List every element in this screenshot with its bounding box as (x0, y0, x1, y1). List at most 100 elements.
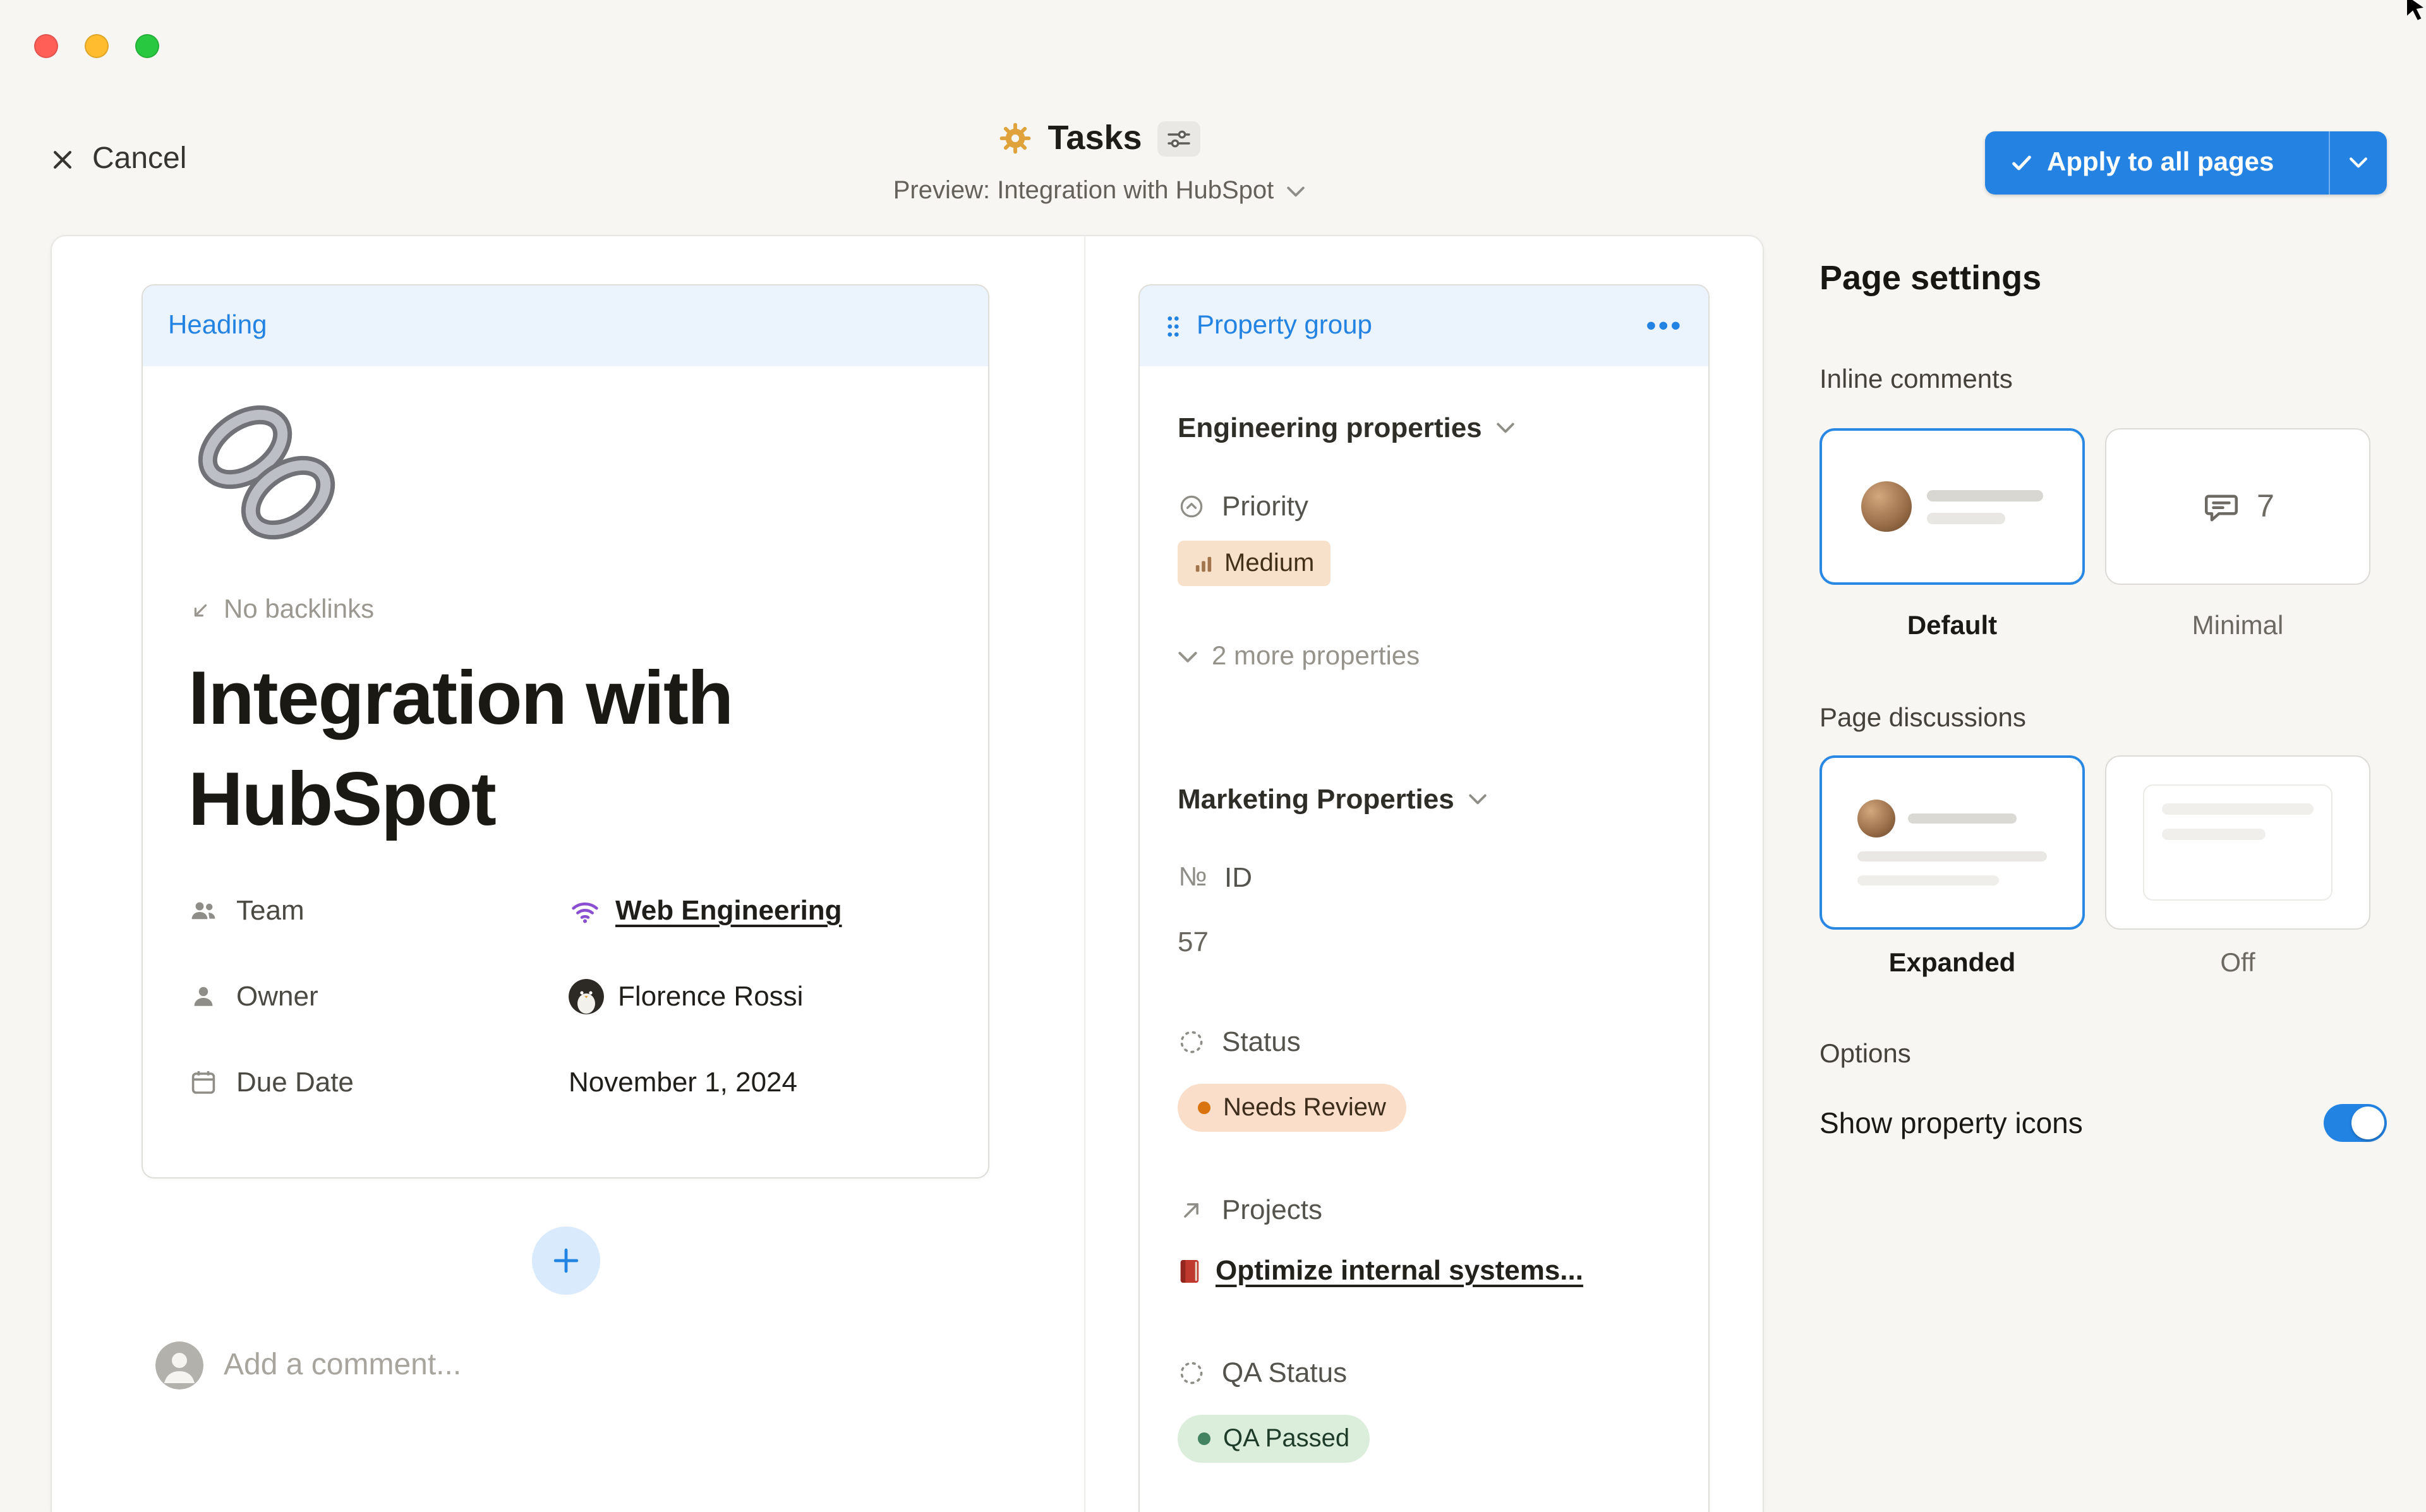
comment-count-thumbnail: 7 (2201, 488, 2274, 525)
inline-comments-options: 7 (1819, 428, 2387, 585)
drag-handle-icon[interactable] (1165, 314, 1181, 338)
due-date-value: November 1, 2024 (569, 1066, 797, 1099)
owner-value: Florence Rossi (618, 980, 803, 1013)
heading-block-label: Heading (168, 311, 267, 341)
page-settings-panel: Page settings Inline comments 7 (1819, 255, 2387, 1142)
add-block-button[interactable] (532, 1227, 600, 1295)
property-row-owner: Owner Florence Rossi (188, 954, 943, 1040)
show-property-icons-row: Show property icons (1819, 1104, 2387, 1142)
placeholder-line (1927, 489, 2043, 501)
section-title-label: Marketing Properties (1178, 783, 1454, 816)
id-label: ID (1224, 861, 1252, 894)
priority-label: Priority (1222, 490, 1308, 523)
property-row-team: Team Web Engineering (188, 868, 943, 954)
section-marketing-properties[interactable]: Marketing Properties (1178, 783, 1670, 816)
apply-options-button[interactable] (2329, 131, 2387, 195)
default-option-label: Default (1819, 610, 2085, 643)
expanded-option-label: Expanded (1819, 947, 2085, 980)
status-tag-needs-review: Needs Review (1178, 1084, 1406, 1132)
arrow-down-left-icon (188, 598, 212, 622)
apply-to-all-pages-button[interactable]: Apply to all pages (1985, 131, 2387, 195)
status-label: Status (1222, 1026, 1301, 1059)
id-property: № ID (1178, 861, 1670, 894)
more-options-button[interactable]: ••• (1646, 309, 1683, 342)
placeholder-line (2162, 803, 2314, 815)
placeholder-line (1857, 875, 1999, 885)
numero-icon: № (1178, 863, 1208, 893)
property-group-block: Property group ••• Engineering propertie… (1138, 284, 1710, 1512)
status-property: Status (1178, 1026, 1670, 1059)
signal-bars-icon (1194, 554, 1213, 573)
priority-tag-label: Medium (1224, 549, 1314, 578)
apply-label: Apply to all pages (2047, 148, 2274, 178)
preview-label: Preview: Integration with HubSpot (893, 177, 1274, 206)
plus-icon (551, 1245, 581, 1276)
discussions-off-option[interactable] (2105, 755, 2370, 930)
wifi-icon (569, 894, 601, 927)
app-window: Cancel Tasks Preview: Integration with H… (0, 0, 2426, 1512)
comment-bubble-icon (2201, 488, 2242, 525)
backlinks-indicator: No backlinks (188, 595, 943, 625)
heading-block-header[interactable]: Heading (143, 285, 988, 366)
canvas-divider (1084, 236, 1085, 1512)
projects-label: Projects (1222, 1194, 1322, 1227)
property-name: Due Date (236, 1066, 354, 1099)
page-preview-canvas: Heading No backlinks (51, 235, 1764, 1512)
inline-comments-minimal-option[interactable]: 7 (2105, 428, 2370, 585)
zoom-window-button[interactable] (135, 34, 159, 58)
qa-status-tag-passed: QA Passed (1178, 1415, 1370, 1463)
comment-count: 7 (2257, 488, 2274, 525)
comment-input[interactable] (224, 1348, 767, 1383)
more-properties-toggle[interactable]: 2 more properties (1178, 642, 1670, 672)
gear-icon (998, 121, 1032, 155)
chevron-down-icon (1178, 650, 1198, 664)
page-settings-title: Page settings (1819, 255, 2387, 301)
section-engineering-properties[interactable]: Engineering properties (1178, 412, 1670, 445)
inline-comments-option-labels: Default Minimal (1819, 610, 2387, 643)
property-name: Team (236, 894, 305, 927)
team-icon (188, 896, 219, 926)
user-avatar-icon (155, 1341, 203, 1389)
orange-dot-icon (1198, 1101, 1210, 1114)
property-group-label: Property group (1197, 311, 1372, 341)
check-icon (2010, 152, 2033, 174)
inline-comments-default-option[interactable] (1819, 428, 2085, 585)
show-property-icons-toggle[interactable] (2324, 1104, 2387, 1142)
qa-tag-label: QA Passed (1223, 1424, 1349, 1453)
section-title-label: Engineering properties (1178, 412, 1482, 445)
placeholder-line (1857, 851, 2047, 861)
property-group-header[interactable]: Property group ••• (1140, 285, 1708, 366)
status-spinner-icon (1178, 1028, 1205, 1056)
chevron-down-icon (1286, 185, 1305, 198)
placeholder-line (1908, 813, 2017, 824)
team-value-link[interactable]: Web Engineering (615, 894, 842, 927)
toggle-knob (2351, 1107, 2384, 1139)
page-title: Integration with HubSpot (188, 648, 908, 850)
mouse-cursor-icon (2406, 0, 2426, 28)
heading-block: Heading No backlinks (142, 284, 989, 1179)
comment-composer (155, 1341, 767, 1389)
minimize-window-button[interactable] (85, 34, 109, 58)
status-spinner-icon (1178, 1359, 1205, 1387)
status-tag-label: Needs Review (1223, 1093, 1386, 1122)
project-link[interactable]: Optimize internal systems... (1216, 1254, 1583, 1287)
discussions-expanded-option[interactable] (1819, 755, 2085, 930)
off-option-label: Off (2105, 947, 2370, 980)
comment-preview-thumbnail (1861, 481, 2043, 532)
empty-page-thumbnail (2143, 784, 2332, 901)
layout-settings-button[interactable] (1157, 121, 1200, 156)
priority-property: Priority (1178, 490, 1670, 523)
preview-page-selector[interactable]: Preview: Integration with HubSpot (0, 177, 2199, 206)
chevron-down-icon (2349, 157, 2368, 169)
page-discussions-label: Page discussions (1819, 700, 2387, 738)
owner-avatar (569, 979, 604, 1014)
person-icon (188, 981, 219, 1012)
inline-comments-label: Inline comments (1819, 361, 2387, 399)
page-properties: Team Web Engineering Owner (188, 868, 943, 1125)
project-link-row: Optimize internal systems... (1178, 1254, 1670, 1287)
window-controls (34, 34, 159, 58)
close-window-button[interactable] (34, 34, 58, 58)
book-icon (1178, 1257, 1202, 1284)
page-icon-chain-links[interactable] (188, 399, 943, 552)
show-property-icons-label: Show property icons (1819, 1106, 2083, 1140)
